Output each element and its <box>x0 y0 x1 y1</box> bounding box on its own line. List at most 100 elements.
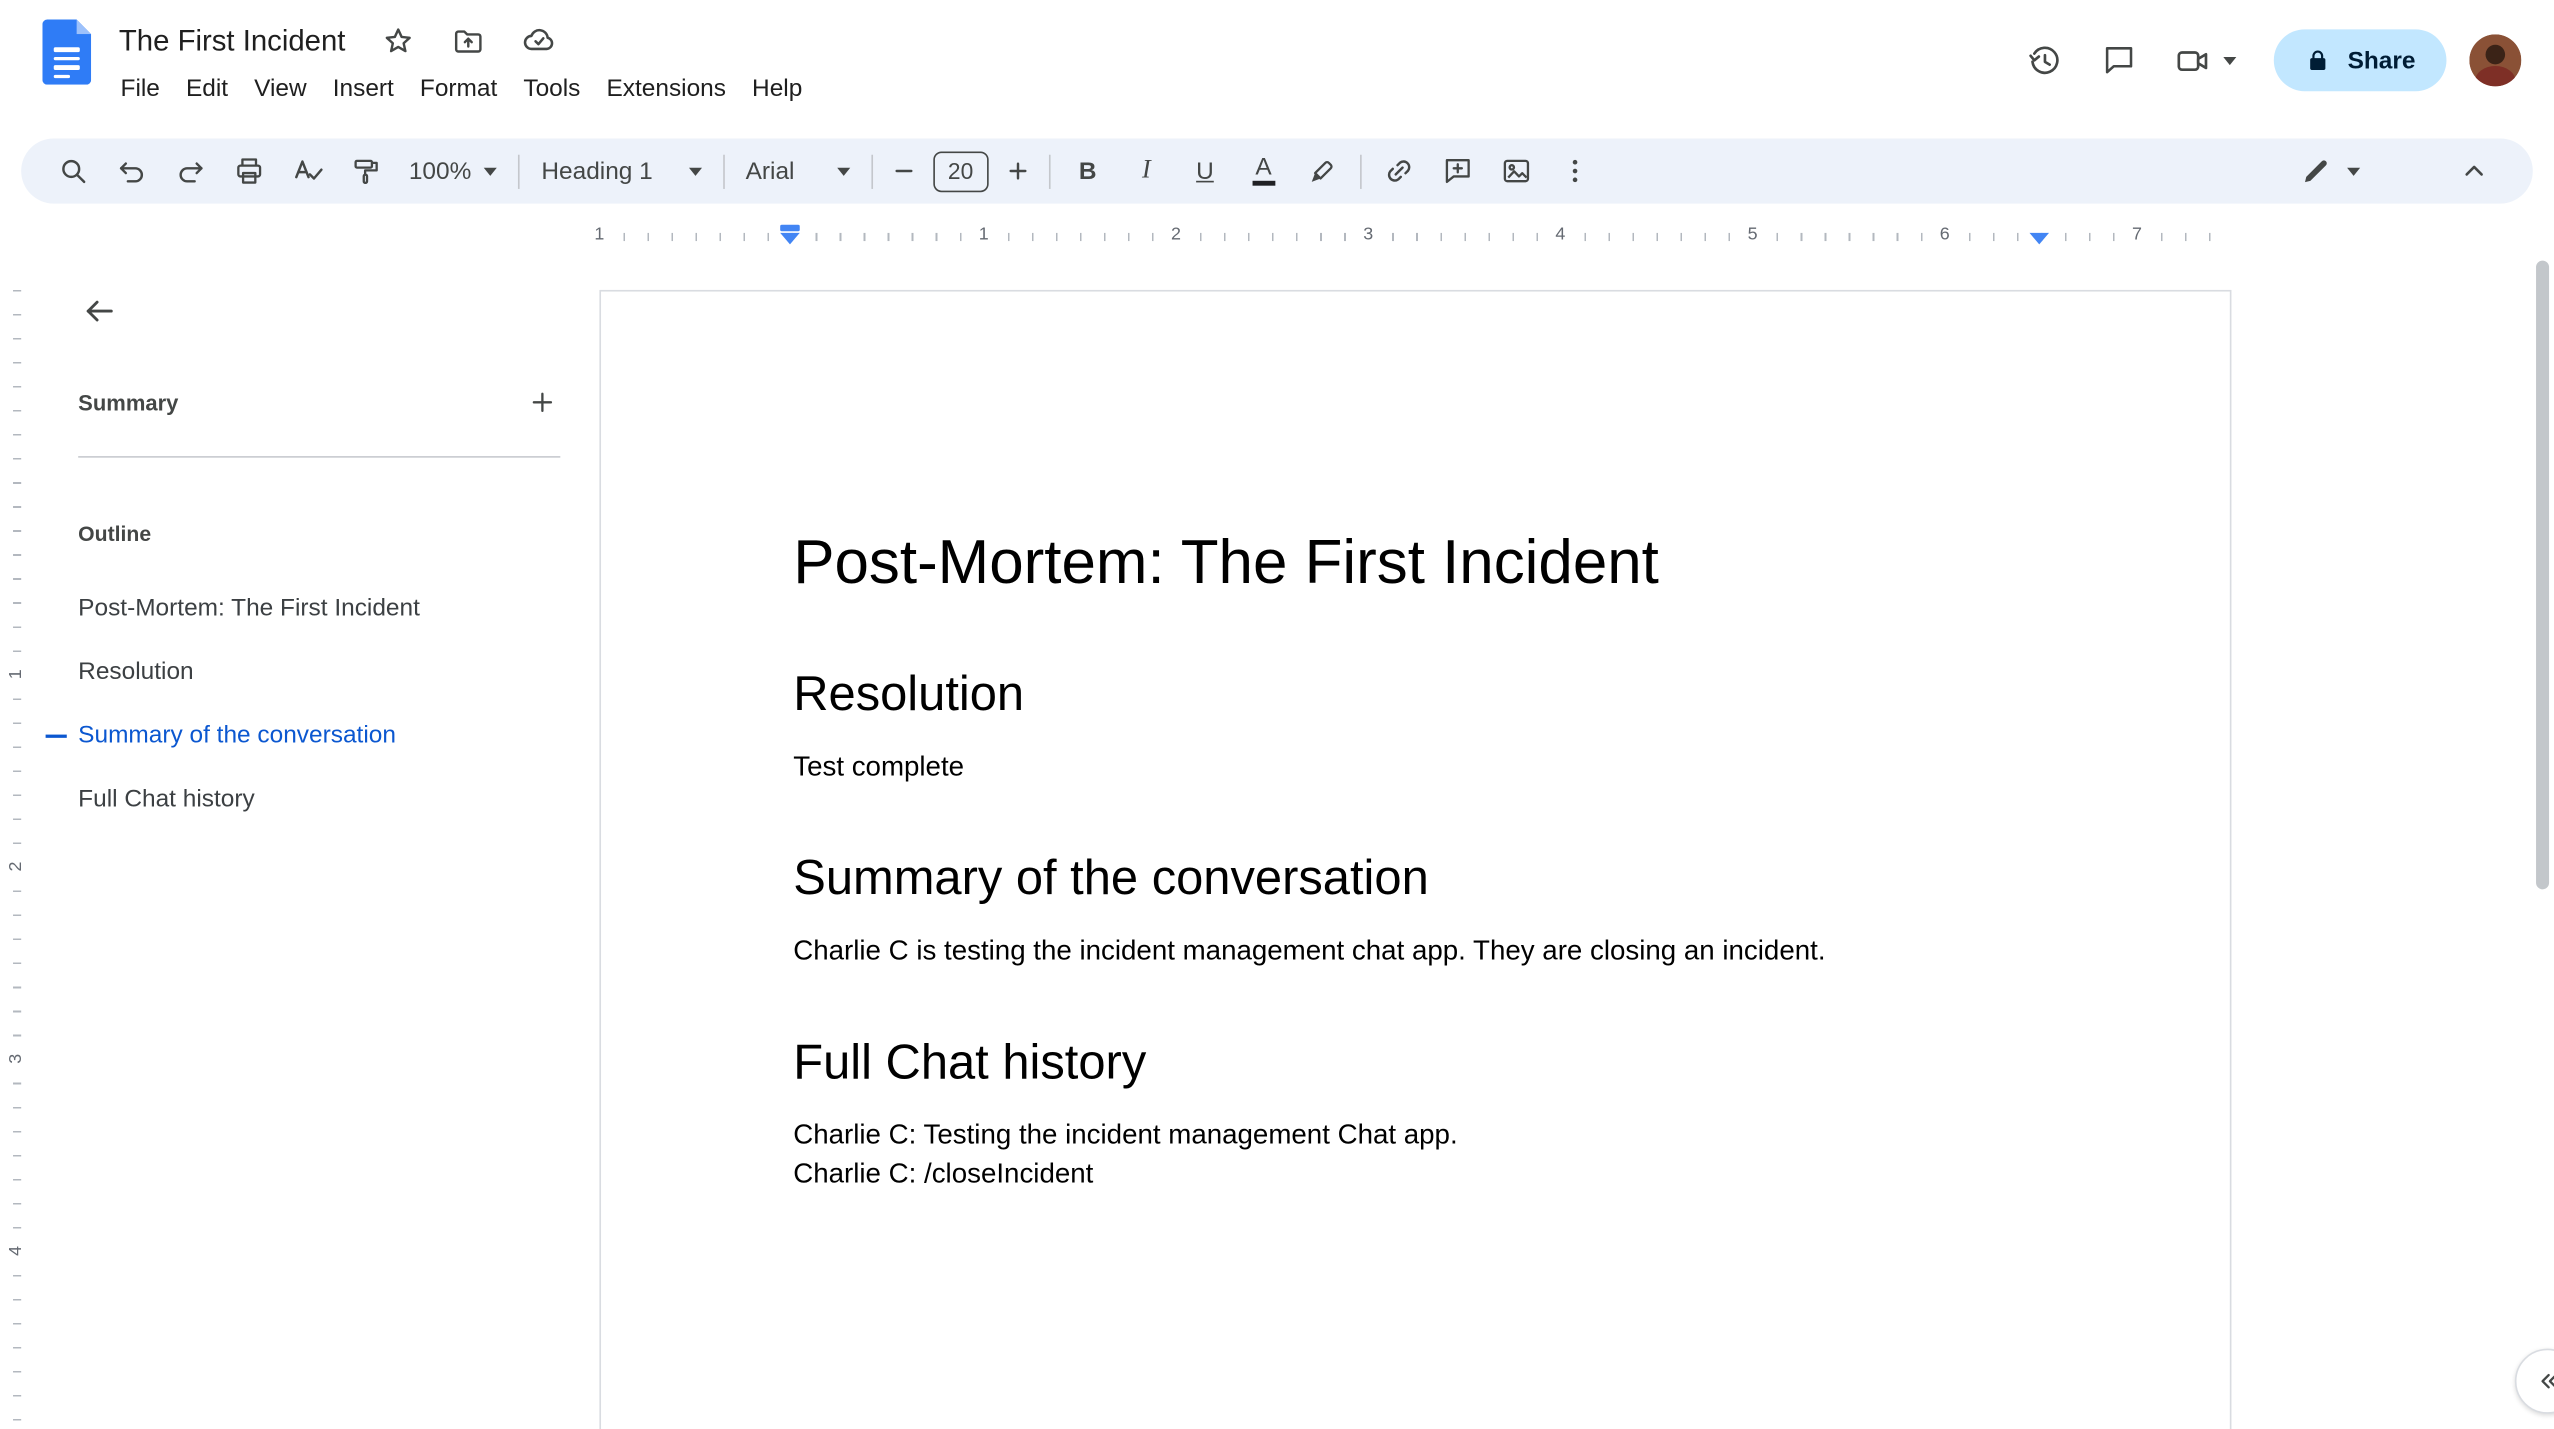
menu-extensions[interactable]: Extensions <box>593 68 739 110</box>
toolbar-divider <box>871 153 873 189</box>
outline-item[interactable]: Resolution <box>33 640 587 704</box>
font-size-input[interactable]: 20 <box>932 150 989 192</box>
doc-paragraph[interactable]: Charlie C: /closeIncident <box>793 1155 2037 1192</box>
header-left: The First Incident File Edit View Insert… <box>0 0 815 130</box>
title-row: The First Incident <box>119 20 815 62</box>
insert-link-button[interactable] <box>1369 147 1428 196</box>
google-docs-app: The First Incident File Edit View Insert… <box>0 0 2554 1429</box>
caret-down-icon <box>836 166 850 176</box>
editing-mode-button[interactable] <box>2284 147 2377 196</box>
doc-section-heading[interactable]: Full Chat history <box>793 1034 2037 1093</box>
add-comment-icon <box>1445 159 1470 184</box>
add-comment-button[interactable] <box>1428 147 1487 196</box>
decrease-font-size-button[interactable] <box>881 147 927 196</box>
ruler-number: 7 <box>2123 221 2151 250</box>
menu-help[interactable]: Help <box>739 68 815 110</box>
undo-icon <box>119 162 144 183</box>
spell-check-icon <box>295 160 323 180</box>
menu-insert[interactable]: Insert <box>320 68 407 110</box>
menu-bar: File Edit View Insert Format Tools Exten… <box>108 68 816 110</box>
outline-item-active[interactable]: Summary of the conversation <box>33 704 587 768</box>
summary-divider <box>78 456 561 458</box>
ruler-ticks <box>599 232 2232 242</box>
doc-title-heading[interactable]: Post-Mortem: The First Incident <box>793 526 2037 601</box>
summary-row: Summary <box>78 381 563 423</box>
ruler-number: 1 <box>586 221 613 250</box>
video-call-button[interactable] <box>2157 28 2255 93</box>
toolbar-right <box>2284 147 2517 196</box>
doc-paragraph[interactable]: Charlie C: Testing the incident manageme… <box>793 1116 2037 1153</box>
outline-panel: Summary Outline Post-Mortem: The First I… <box>33 254 587 1429</box>
star-icon[interactable] <box>381 24 415 58</box>
doc-section-heading[interactable]: Summary of the conversation <box>793 850 2037 909</box>
chevron-up-icon <box>2465 165 2483 176</box>
toolbar-divider <box>518 153 521 189</box>
ruler-number: 3 <box>4 1044 28 1074</box>
right-indent-marker[interactable] <box>2029 232 2050 245</box>
move-folder-icon[interactable] <box>451 24 485 58</box>
undo-button[interactable] <box>103 147 162 196</box>
kebab-menu-icon <box>1572 159 1578 183</box>
toolbar: 100% Heading 1 Arial 20 B I U A <box>21 138 2533 204</box>
lock-icon <box>2310 50 2326 71</box>
share-button[interactable]: Share <box>2274 29 2447 92</box>
horizontal-ruler[interactable]: 1 1 2 3 4 5 6 7 <box>0 215 2554 254</box>
outline-item[interactable]: Full Chat history <box>33 767 587 831</box>
more-options-button[interactable] <box>1545 147 1604 196</box>
menu-view[interactable]: View <box>241 68 320 110</box>
search-menus-button[interactable] <box>44 147 103 196</box>
doc-paragraph[interactable]: Test complete <box>793 748 2037 785</box>
redo-button[interactable] <box>161 147 220 196</box>
paint-format-button[interactable] <box>337 147 396 196</box>
app-header: The First Incident File Edit View Insert… <box>0 0 2554 130</box>
comments-button[interactable] <box>2082 28 2157 93</box>
avatar[interactable] <box>2469 34 2522 87</box>
version-history-button[interactable] <box>2007 28 2082 93</box>
ruler-number: 5 <box>1739 221 1766 250</box>
menu-format[interactable]: Format <box>407 68 510 110</box>
text-color-button[interactable]: A <box>1234 147 1293 196</box>
toolbar-divider <box>1359 153 1362 189</box>
paragraph-style-select[interactable]: Heading 1 <box>528 147 714 196</box>
left-indent-marker[interactable] <box>780 224 800 245</box>
zoom-select[interactable]: 100% <box>396 147 511 196</box>
outline-label: Outline <box>78 521 152 546</box>
plus-icon <box>532 392 553 413</box>
toolbar-divider <box>1048 153 1051 189</box>
caret-down-icon <box>2347 166 2361 176</box>
document-page[interactable]: Post-Mortem: The First Incident Resoluti… <box>599 289 2232 1429</box>
outline-item-label: Post-Mortem: The First Incident <box>78 594 420 623</box>
italic-button[interactable]: I <box>1117 147 1176 196</box>
menu-edit[interactable]: Edit <box>173 68 241 110</box>
ruler-number: 4 <box>4 1236 28 1266</box>
bold-button[interactable]: B <box>1058 147 1117 196</box>
font-select[interactable]: Arial <box>733 147 863 196</box>
outline-item-label: Summary of the conversation <box>78 721 396 750</box>
zoom-value: 100% <box>408 157 472 185</box>
underline-button[interactable]: U <box>1176 147 1235 196</box>
vertical-ruler[interactable]: 1 2 3 4 <box>0 254 33 1429</box>
increase-font-size-button[interactable] <box>995 147 1041 196</box>
cloud-status-icon[interactable] <box>521 23 557 59</box>
insert-image-button[interactable] <box>1487 147 1546 196</box>
print-button[interactable] <box>220 147 279 196</box>
menu-tools[interactable]: Tools <box>510 68 593 110</box>
video-call-icon <box>2177 50 2208 71</box>
highlight-color-button[interactable] <box>1293 147 1352 196</box>
summary-label: Summary <box>78 390 179 415</box>
docs-logo[interactable] <box>42 19 92 85</box>
spell-check-button[interactable] <box>279 147 338 196</box>
add-summary-button[interactable] <box>521 381 563 423</box>
outline-item[interactable]: Post-Mortem: The First Incident <box>33 577 587 641</box>
close-outline-button[interactable] <box>75 287 124 336</box>
plus-icon <box>1009 162 1027 180</box>
menu-file[interactable]: File <box>108 68 173 110</box>
doc-paragraph[interactable]: Charlie C is testing the incident manage… <box>793 932 2037 969</box>
vertical-scrollbar[interactable] <box>2536 260 2550 890</box>
redo-icon <box>179 162 203 183</box>
doc-section-heading[interactable]: Resolution <box>793 666 2037 725</box>
ruler-number: 4 <box>1547 221 1574 250</box>
document-title[interactable]: The First Incident <box>119 24 346 58</box>
version-history-icon <box>2028 45 2059 74</box>
hide-menus-button[interactable] <box>2445 147 2504 196</box>
